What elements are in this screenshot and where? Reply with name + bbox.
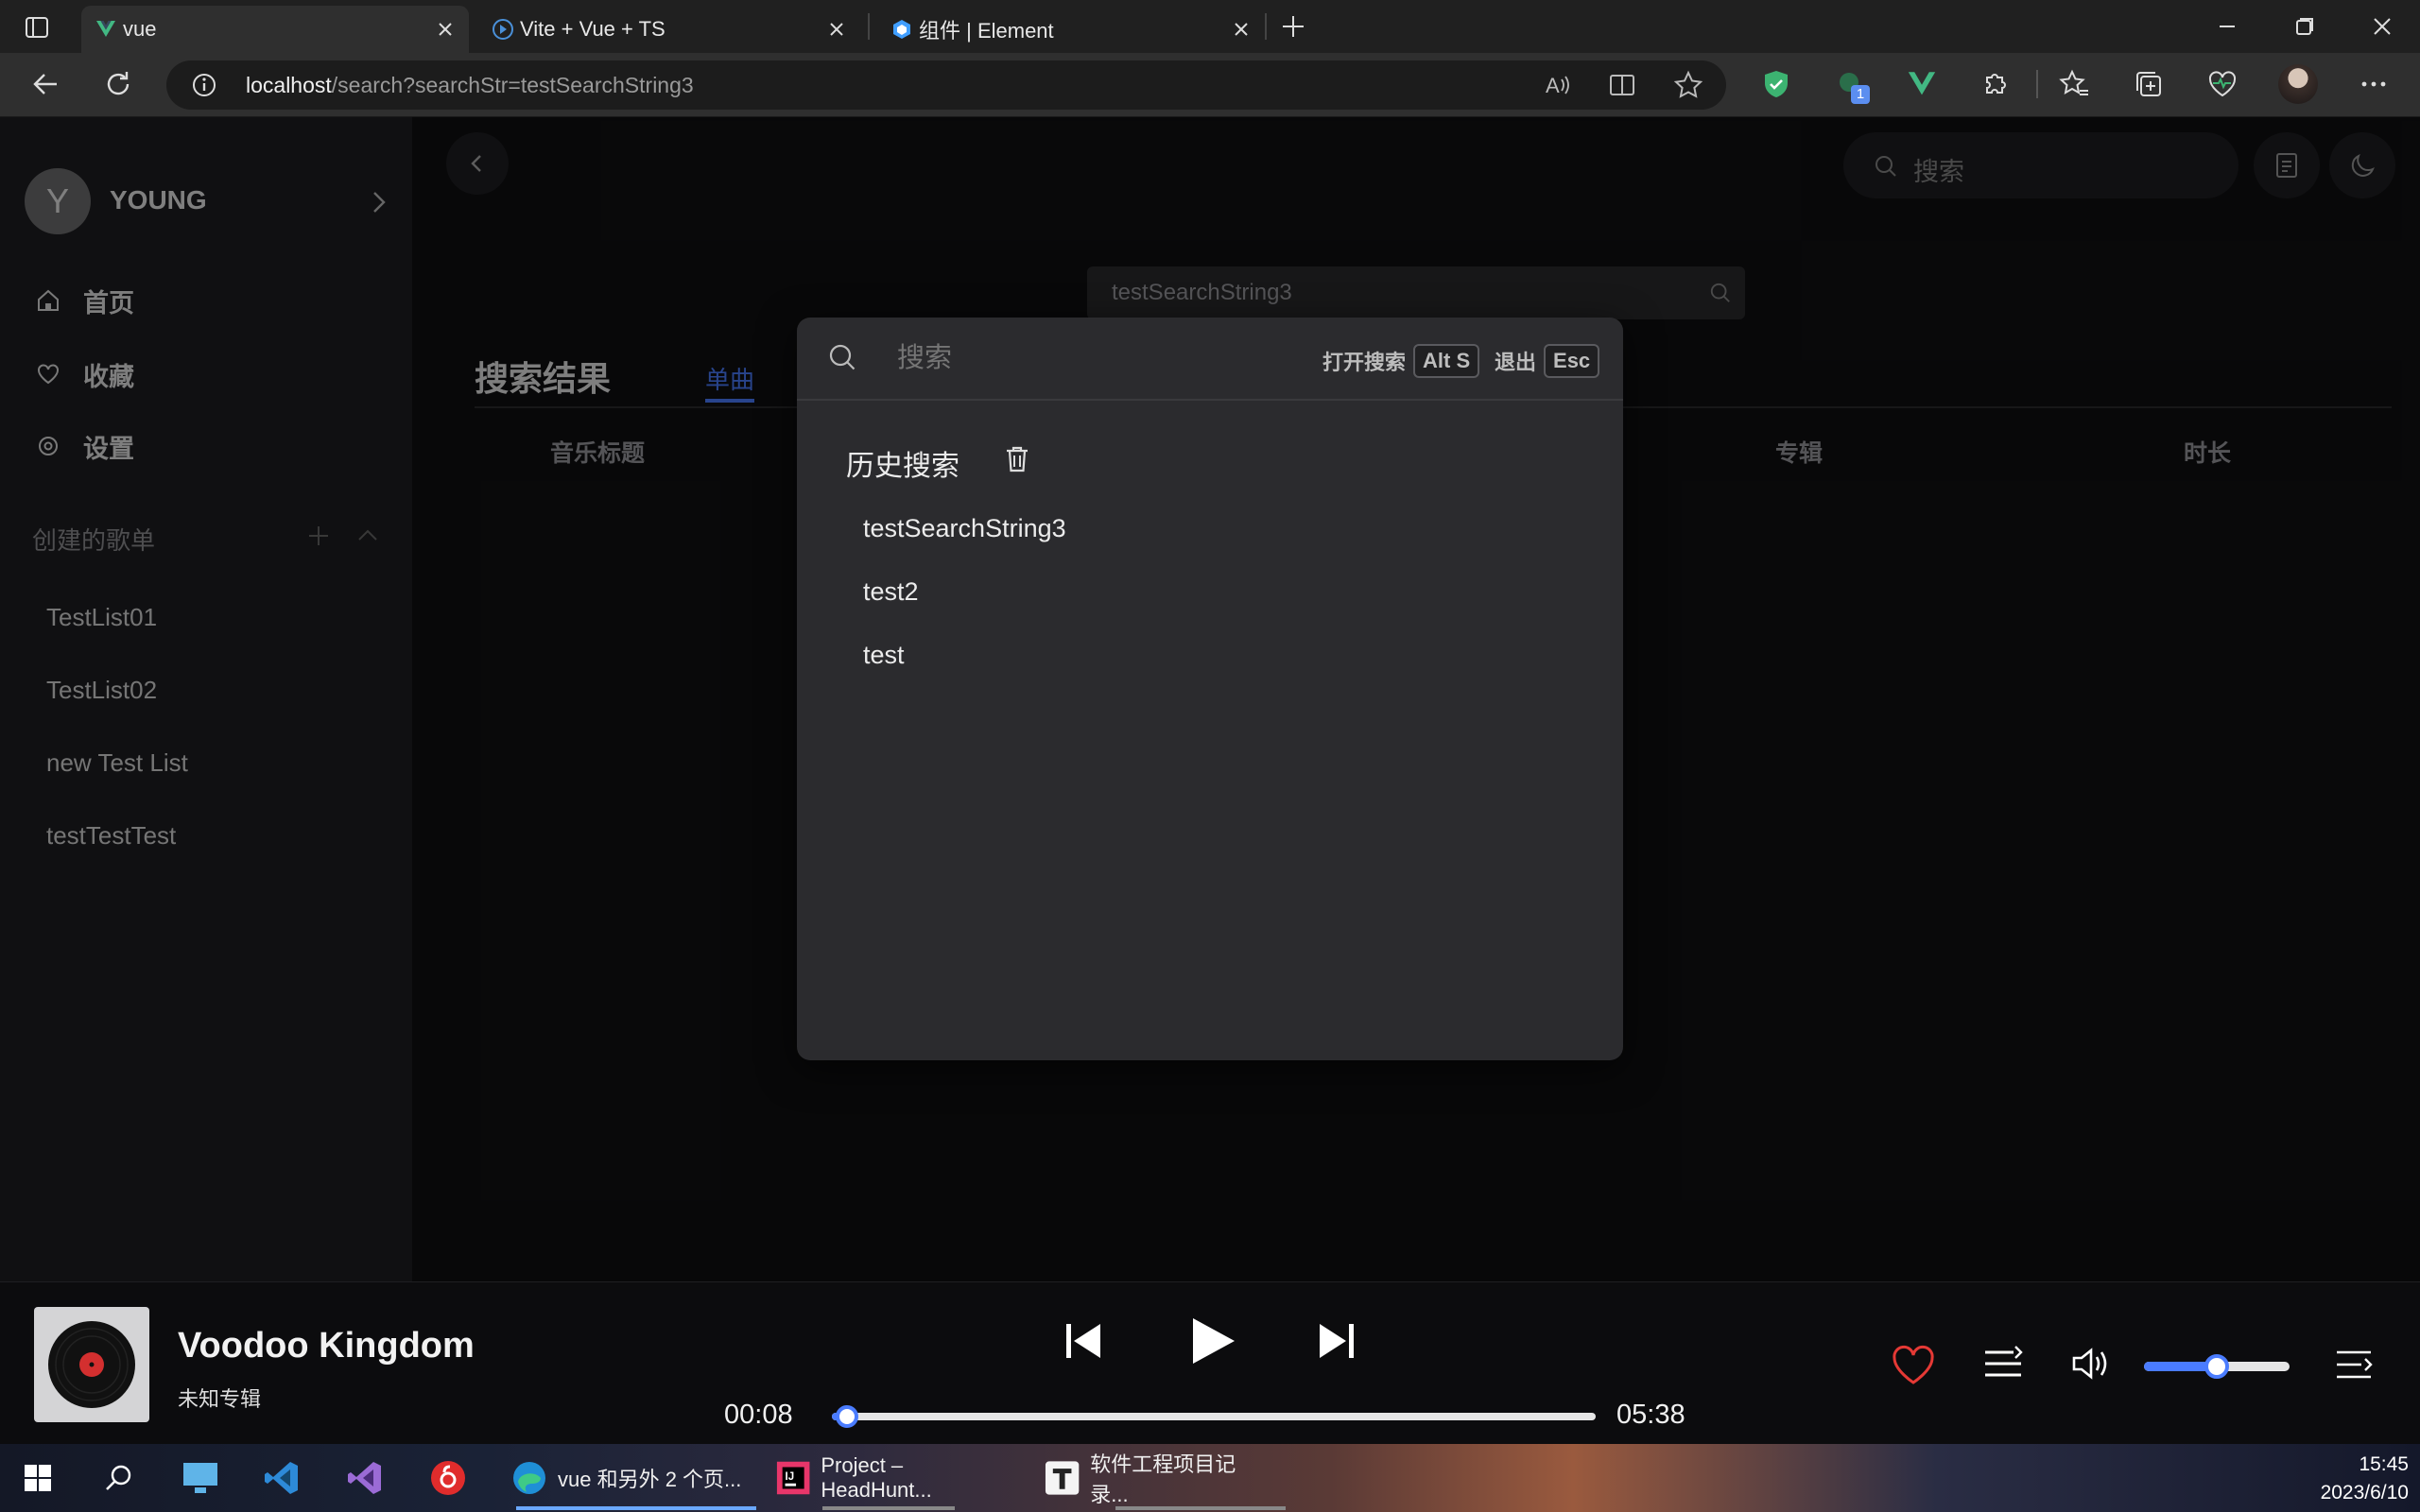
shield-extension-icon[interactable] [1760,68,1792,100]
extension-badge-count: 1 [1851,85,1870,104]
refresh-icon[interactable] [102,68,134,100]
play-icon[interactable] [1187,1314,1238,1367]
shortcut-key[interactable]: Esc [1544,344,1600,378]
close-tab-icon[interactable] [435,19,456,40]
shortcut-label: 打开搜索 [1322,351,1407,374]
vue-devtools-icon[interactable] [1906,68,1938,100]
windows-taskbar: vue 和另外 2 个页... IJ Project – HeadHunt...… [0,1444,2420,1512]
windows-start-icon[interactable] [25,1465,51,1491]
volume-icon[interactable] [2070,1345,2112,1383]
profile-avatar[interactable] [2278,64,2318,104]
favorite-star-icon[interactable] [1673,70,1703,100]
url-text[interactable]: localhost/search?searchStr=testSearchStr… [246,73,694,98]
visual-studio-icon[interactable] [346,1459,384,1497]
open-search-shortcut: 打开搜索 Alt S [1322,344,1480,378]
vinyl-record-icon [48,1321,135,1408]
read-aloud-icon[interactable]: A [1543,70,1573,100]
desktop-app-icon[interactable] [182,1461,219,1495]
album-cover[interactable] [34,1307,149,1422]
progress-thumb[interactable] [836,1405,859,1428]
restore-icon[interactable] [2293,15,2316,38]
taskbar-app-edge[interactable]: vue 和另外 2 个页... [501,1452,756,1504]
current-time: 00:08 [724,1400,793,1430]
favorites-icon[interactable] [2059,68,2091,100]
total-time: 05:38 [1616,1400,1685,1430]
site-info-icon[interactable] [191,72,217,98]
taskbar-search-icon[interactable] [104,1463,134,1493]
vscode-icon[interactable] [263,1459,301,1497]
history-title: 历史搜索 [846,451,959,482]
browser-address-bar: localhost/search?searchStr=testSearchStr… [0,53,2420,117]
new-tab-icon[interactable] [1280,13,1306,40]
history-item[interactable]: test2 [863,577,919,607]
extension-badge-icon[interactable]: 1 [1834,68,1870,104]
play-queue-icon[interactable] [2335,1347,2373,1383]
shortcut-key: Alt S [1413,344,1480,378]
tab-divider [1265,13,1267,40]
typora-icon [1045,1461,1080,1495]
close-tab-icon[interactable] [1231,19,1252,40]
playlist-queue-icon[interactable] [1983,1345,2023,1383]
taskbar-app-intellij[interactable]: IJ Project – HeadHunt... [766,1452,1021,1504]
url-host: localhost [246,73,332,97]
url-bar[interactable]: localhost/search?searchStr=testSearchStr… [166,60,1726,110]
tab-title: vue [123,17,157,41]
tab-actions-icon[interactable] [25,15,49,40]
minimize-icon[interactable] [2216,15,2238,38]
volume-slider[interactable] [2144,1354,2290,1379]
vue-logo-icon [96,21,115,37]
taskbar-app-label: vue 和另外 2 个页... [558,1468,742,1491]
modal-search-input[interactable] [897,336,1275,380]
exit-shortcut: 退出 Esc [1495,344,1600,378]
search-modal: 打开搜索 Alt S 退出 Esc 历史搜索 testSearchString3… [797,318,1623,1060]
modal-search-bar: 打开搜索 Alt S 退出 Esc [797,318,1623,401]
close-tab-icon[interactable] [826,19,847,40]
next-track-icon[interactable] [1314,1320,1357,1362]
taskbar-app-typora[interactable]: 软件工程项目记录... [1034,1452,1280,1506]
tab-divider [868,13,870,40]
taskbar-app-label: 软件工程项目记录... [1090,1452,1236,1506]
like-heart-icon[interactable] [1891,1345,1936,1386]
taskbar-running-indicator [1115,1506,1286,1510]
element-logo-icon [893,20,910,39]
svg-text:IJ: IJ [786,1471,795,1483]
intellij-icon: IJ [776,1461,810,1495]
tab-title: Vite + Vue + TS [520,17,666,41]
edge-icon [513,1462,545,1494]
url-path: /search?searchStr=testSearchString3 [331,73,694,97]
browser-tab-bar: vue Vite + Vue + TS 组件 | Element [0,0,2420,53]
music-player: Voodoo Kingdom 未知专辑 00:08 05:38 [0,1281,2420,1444]
trash-icon[interactable] [1003,444,1031,474]
toolbar-divider [2036,70,2038,98]
song-title: Voodoo Kingdom [178,1326,475,1366]
close-window-icon[interactable] [2371,15,2394,38]
browser-essentials-icon[interactable] [2206,68,2238,100]
svg-text:A: A [1546,74,1560,97]
taskbar-active-indicator [516,1506,756,1510]
tab-vite[interactable]: Vite + Vue + TS [478,6,860,53]
split-screen-icon[interactable] [1607,70,1637,100]
taskbar-running-indicator [822,1506,955,1510]
song-album: 未知专辑 [178,1387,262,1411]
tab-element[interactable]: 组件 | Element [877,6,1265,53]
previous-track-icon[interactable] [1063,1320,1106,1362]
tab-title: 组件 | Element [919,19,1054,43]
clock-date[interactable]: 2023/6/10 [2276,1482,2409,1504]
tab-vue[interactable]: vue [81,6,469,53]
vite-logo-icon [493,19,513,40]
more-options-icon[interactable] [2358,68,2390,100]
history-item[interactable]: test [863,641,905,670]
netease-music-icon[interactable] [429,1459,467,1497]
collections-icon[interactable] [2133,68,2165,100]
progress-bar[interactable] [832,1405,1596,1428]
shortcut-label: 退出 [1495,351,1537,374]
history-item[interactable]: testSearchString3 [863,514,1066,543]
taskbar-app-label: Project – HeadHunt... [821,1453,932,1502]
volume-thumb[interactable] [2204,1354,2229,1379]
back-icon[interactable] [30,68,62,100]
clock-time[interactable]: 15:45 [2314,1453,2409,1476]
search-icon [829,344,856,370]
extensions-puzzle-icon[interactable] [1979,68,2012,100]
